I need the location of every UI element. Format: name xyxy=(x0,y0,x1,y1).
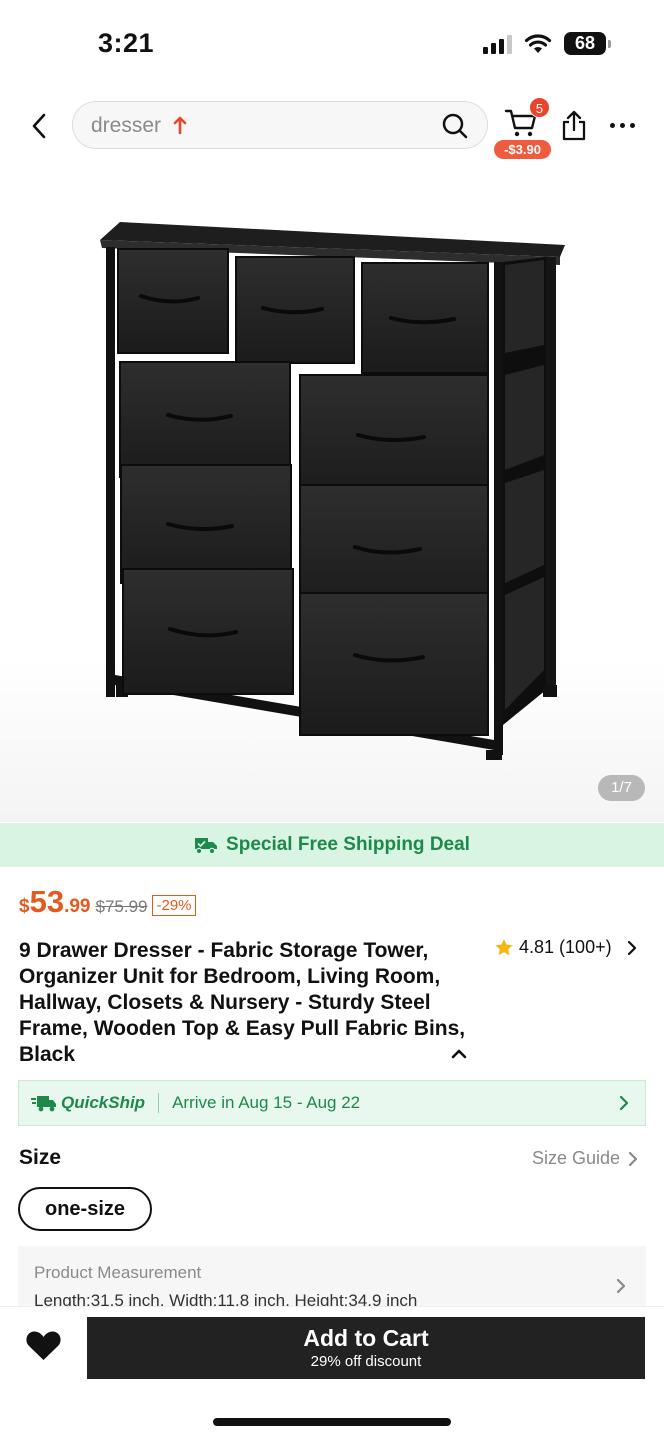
price-currency: $ xyxy=(19,896,30,917)
product-image-gallery[interactable]: 1/7 xyxy=(0,165,664,822)
chevron-right-icon xyxy=(619,1095,629,1111)
back-button[interactable] xyxy=(24,109,54,143)
share-button[interactable] xyxy=(560,109,590,143)
price-decimal: .99 xyxy=(64,896,91,917)
search-input[interactable]: dresser xyxy=(72,101,488,149)
search-header: dresser 5 -$3.90 xyxy=(0,95,664,159)
add-to-cart-discount: 29% off discount xyxy=(310,1353,422,1370)
heart-icon xyxy=(26,1331,61,1360)
back-icon xyxy=(32,113,46,139)
price-integer: 53 xyxy=(29,884,65,919)
chevron-right-icon xyxy=(628,1151,638,1166)
fast-truck-icon xyxy=(31,1096,56,1112)
quickship-bar[interactable]: QuickShip Arrive in Aug 15 - Aug 22 xyxy=(18,1080,646,1126)
product-title: 9 Drawer Dresser - Fabric Storage Tower,… xyxy=(19,939,466,1066)
discount-badge: -29% xyxy=(152,895,196,916)
product-measurement[interactable]: Product Measurement Length:31.5 inch, Wi… xyxy=(18,1246,646,1306)
chevron-up-icon[interactable] xyxy=(450,1048,468,1060)
bottom-action-bar: Add to Cart 29% off discount xyxy=(0,1306,664,1440)
size-option-one-size[interactable]: one-size xyxy=(18,1187,152,1231)
shipping-banner[interactable]: Special Free Shipping Deal xyxy=(0,823,664,867)
add-to-cart-button[interactable]: Add to Cart 29% off discount xyxy=(87,1317,645,1379)
status-bar: 3:21 68 xyxy=(0,0,664,92)
measurement-title: Product Measurement xyxy=(34,1263,202,1282)
original-price: $75.99 xyxy=(95,897,148,916)
more-icon xyxy=(610,122,615,128)
truck-icon xyxy=(195,838,218,855)
product-image xyxy=(100,222,565,760)
chevron-right-icon xyxy=(616,1278,626,1294)
cart-discount-badge: -$3.90 xyxy=(494,140,551,159)
more-button[interactable] xyxy=(610,119,642,131)
wifi-icon xyxy=(524,33,552,53)
image-counter: 1/7 xyxy=(598,775,645,801)
quickship-label: QuickShip xyxy=(61,1093,146,1112)
size-label: Size xyxy=(19,1146,62,1169)
home-indicator xyxy=(213,1418,451,1426)
star-icon xyxy=(495,939,513,956)
signal-icon xyxy=(483,34,512,54)
rating-summary[interactable]: 4.81 (100+) xyxy=(494,937,637,958)
wishlist-button[interactable] xyxy=(25,1329,62,1367)
price-row: $ 53 .99 $75.99 -29% xyxy=(19,884,196,920)
search-query: dresser xyxy=(91,114,162,137)
share-icon xyxy=(562,110,586,141)
size-guide-link[interactable]: Size Guide xyxy=(532,1148,638,1169)
measurement-value: Length:31.5 inch, Width:11.8 inch, Heigh… xyxy=(34,1291,418,1306)
rating-value: 4.81 xyxy=(519,937,555,957)
review-count: (100+) xyxy=(559,937,612,957)
add-to-cart-label: Add to Cart xyxy=(303,1325,429,1351)
search-icon[interactable] xyxy=(441,112,469,140)
cart-count-badge: 5 xyxy=(529,97,550,118)
divider xyxy=(158,1093,160,1113)
quickship-brand: QuickShip xyxy=(31,1093,145,1113)
size-guide-label: Size Guide xyxy=(531,1148,620,1168)
status-icons: 68 xyxy=(483,32,611,55)
chevron-right-icon xyxy=(627,940,636,955)
status-time: 3:21 xyxy=(98,28,155,58)
arrival-estimate: Arrive in Aug 15 - Aug 22 xyxy=(172,1093,361,1112)
battery-indicator: 68 xyxy=(564,32,611,55)
shipping-banner-text: Special Free Shipping Deal xyxy=(226,834,470,855)
trending-arrow-icon xyxy=(173,116,187,134)
